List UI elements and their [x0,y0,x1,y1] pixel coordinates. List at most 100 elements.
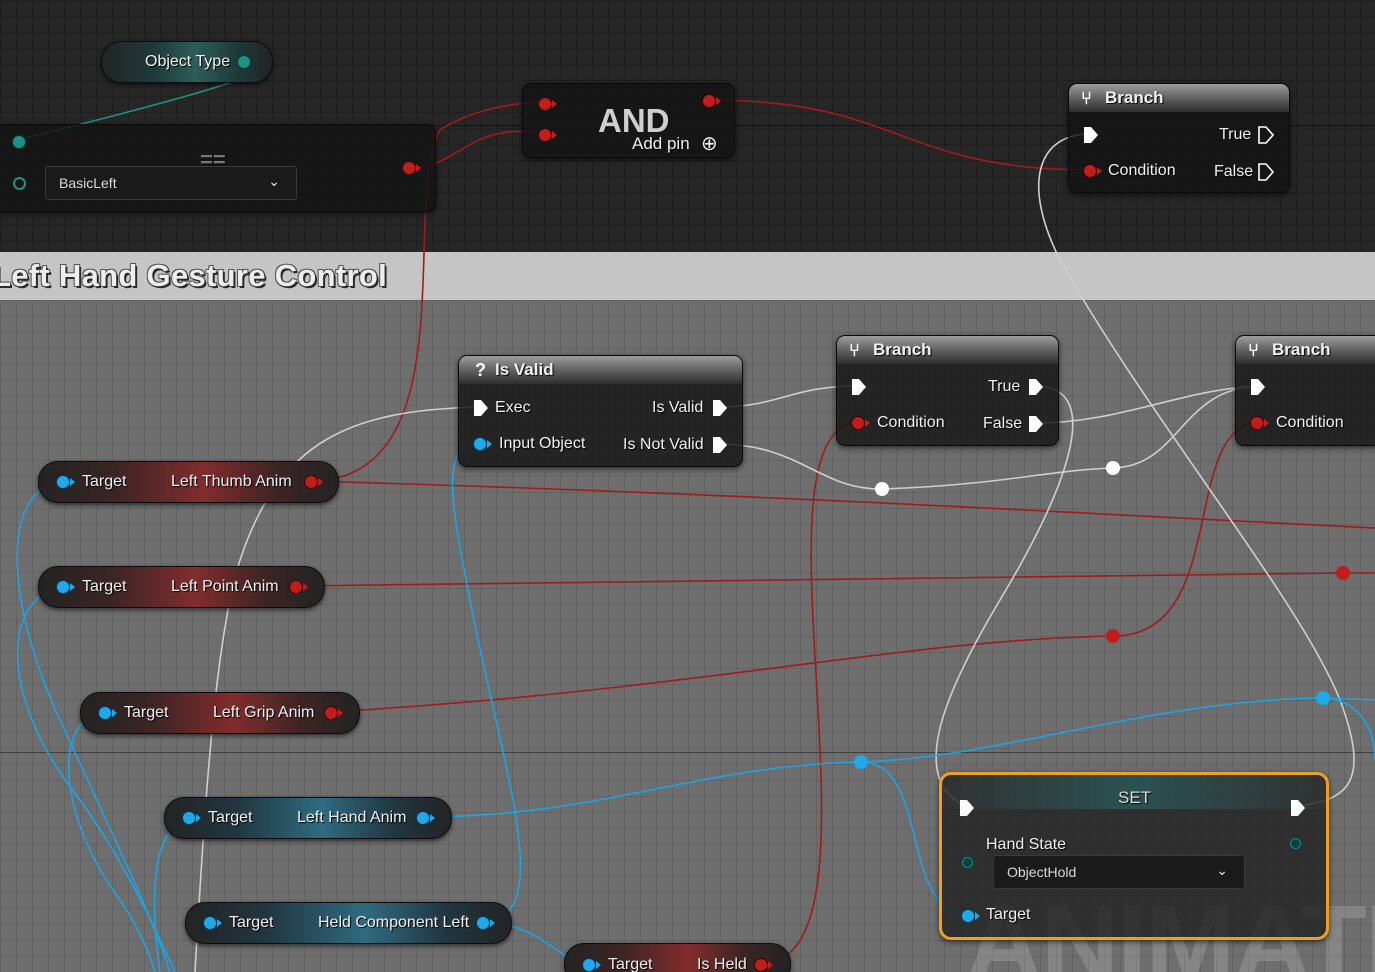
is-valid-header: ? Is Valid [459,356,742,384]
exec-false-pin[interactable] [1028,415,1044,433]
branch-icon: ⑂ [1248,340,1259,360]
exec-input-pin[interactable] [851,378,867,396]
branch-right-title: Branch [1272,340,1331,359]
and-input-pin-b[interactable] [539,129,557,141]
branch-top-false-label: False [1214,163,1254,180]
output-pin[interactable] [417,812,435,824]
is-valid-node[interactable]: ? Is Valid Exec Is Valid Input Object Is… [458,355,743,467]
target-label: Target [82,578,127,595]
branch-top-header: ⑂ Branch [1069,84,1289,112]
left-thumb-anim-getter[interactable]: Target Left Thumb Anim [38,461,339,503]
branch-top-condition-pin[interactable] [1084,165,1102,177]
exec-is-not-valid-pin[interactable] [712,436,728,454]
enum-input-pin-b[interactable] [13,177,26,190]
set-target-pin[interactable] [962,910,980,922]
output-pin[interactable] [290,581,308,593]
output-pin[interactable] [755,959,773,971]
exec-true-pin[interactable] [1028,378,1044,396]
output-label: Left Point Anim [171,578,279,595]
left-hand-anim-getter[interactable]: Target Left Hand Anim [164,797,452,839]
exec-false-pin[interactable] [1258,163,1274,181]
wire-held-to-input [451,443,522,923]
target-pin[interactable] [57,476,75,488]
target-pin[interactable] [183,812,201,824]
wire-self-4 [153,816,190,972]
wire-point-long [294,572,1375,587]
exec-input-pin[interactable] [959,799,975,817]
branch-mid-condition-pin[interactable] [852,417,870,429]
target-label: Target [208,809,253,826]
output-label: Left Hand Anim [297,809,407,826]
exec-input-pin[interactable] [1083,126,1099,144]
chevron-down-icon: ⌄ [268,173,280,189]
wire-grip-to-reroute [329,635,1114,713]
is-valid-title: Is Valid [495,360,554,379]
and-output-pin[interactable] [703,95,721,107]
branch-mid-title: Branch [873,340,932,359]
output-pin[interactable] [325,707,343,719]
reroute-node[interactable] [1316,691,1330,705]
hand-state-dropdown-value: ObjectHold [1007,864,1077,880]
output-label: Held Component Left [318,914,470,931]
enum-dropdown-value: BasicLeft [59,175,117,191]
left-grip-anim-getter[interactable]: Target Left Grip Anim [80,692,360,734]
object-type-getter[interactable]: Object Type [101,41,273,83]
reroute-node[interactable] [1336,566,1350,580]
exec-input-pin[interactable] [1250,378,1266,396]
reroute-node[interactable] [875,482,889,496]
branch-icon: ⑂ [849,340,860,360]
and-input-pin-a[interactable] [539,98,557,110]
target-label: Target [229,914,274,931]
wire-thumb-long [309,480,1375,529]
branch-top-title: Branch [1105,88,1164,107]
enum-dropdown[interactable]: BasicLeft ⌄ [45,166,297,200]
branch-top-condition-label: Condition [1108,162,1176,179]
input-object-label: Input Object [499,435,586,452]
is-held-getter[interactable]: Target Is Held [564,943,791,972]
wire-exec-false [1034,385,1258,424]
branch-mid-condition-label: Condition [877,414,945,431]
branch-mid-true-label: True [988,378,1021,395]
set-hand-state-node[interactable]: SET Hand State ObjectHold ⌄ Target [939,772,1329,940]
reroute-node[interactable] [854,755,868,769]
and-node[interactable]: AND Add pin ⊕ [522,83,735,158]
exec-output-pin[interactable] [1290,799,1306,817]
output-pin[interactable] [305,476,323,488]
target-pin[interactable] [204,917,222,929]
hand-state-input-pin[interactable] [962,857,973,868]
output-pin[interactable] [477,917,495,929]
add-pin-icon[interactable]: ⊕ [701,131,718,156]
branch-node-right[interactable]: ⑂ Branch Condition [1235,335,1375,446]
branch-right-header: ⑂ Branch [1236,336,1375,364]
exec-true-pin[interactable] [1258,126,1274,144]
target-pin[interactable] [99,707,117,719]
branch-mid-header: ⑂ Branch [837,336,1058,364]
target-label: Target [608,956,653,972]
is-not-valid-label: Is Not Valid [623,436,704,453]
branch-top-true-label: True [1219,126,1252,143]
hand-state-dropdown[interactable]: ObjectHold ⌄ [993,855,1245,889]
exec-is-valid-pin[interactable] [712,399,728,417]
branch-right-condition-pin[interactable] [1251,417,1269,429]
target-pin[interactable] [57,581,75,593]
held-component-left-getter[interactable]: Target Held Component Left [185,902,512,944]
wire-isheld-to-cond [759,421,859,965]
exec-input-pin[interactable] [473,399,489,417]
enum-equal-node[interactable]: == BasicLeft ⌄ [0,124,436,212]
wire-self-2 [16,585,176,972]
target-label: Target [124,704,169,721]
left-point-anim-getter[interactable]: Target Left Point Anim [38,566,325,608]
object-type-output-pin[interactable] [238,56,250,68]
reroute-node[interactable] [1106,629,1120,643]
blueprint-graph-canvas[interactable]: Left Hand Gesture Control ANIMATION [0,0,1375,972]
branch-node-top[interactable]: ⑂ Branch True Condition False [1068,83,1290,193]
enum-input-pin-a[interactable] [13,136,25,148]
question-icon: ? [475,360,486,380]
hand-state-output-pin[interactable] [1290,838,1301,849]
add-pin-label[interactable]: Add pin [632,134,690,154]
reroute-node[interactable] [1106,461,1120,475]
branch-node-mid[interactable]: ⑂ Branch True Condition False [836,335,1059,446]
input-object-pin[interactable] [474,438,492,450]
target-pin[interactable] [583,959,601,971]
equal-output-pin[interactable] [403,162,421,174]
